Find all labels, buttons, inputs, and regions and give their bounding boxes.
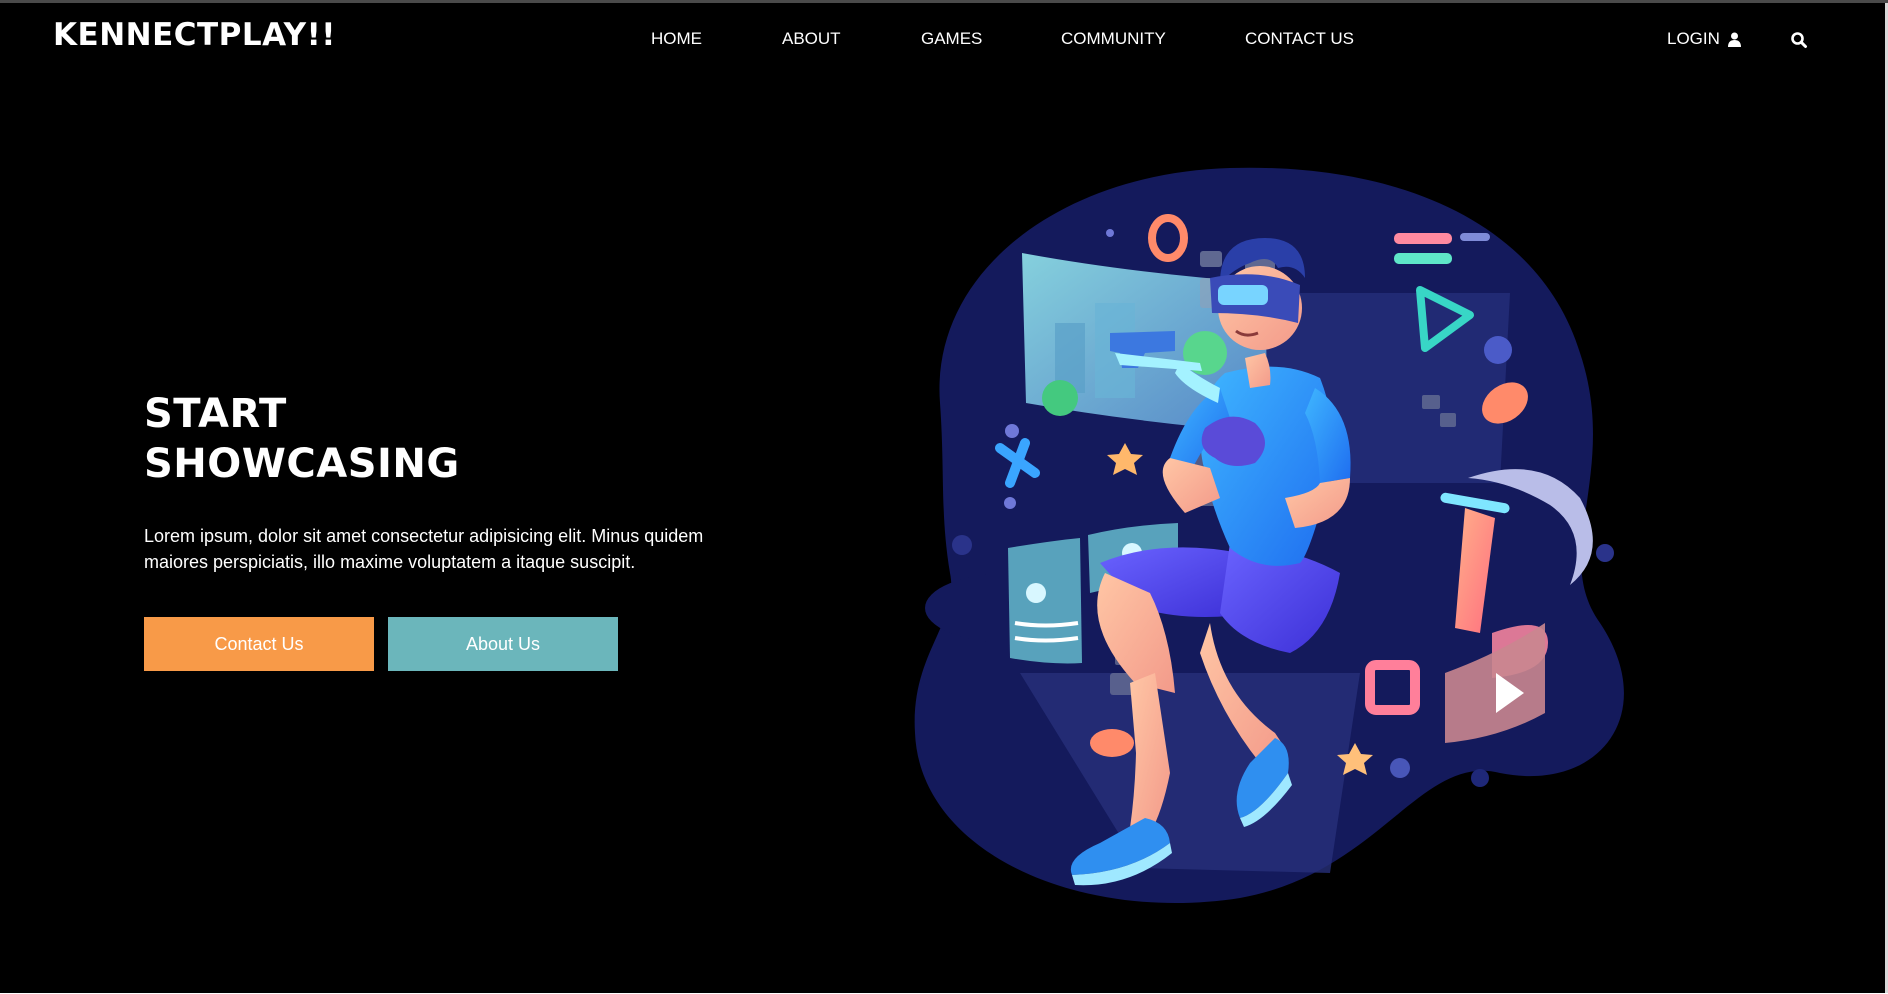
user-icon [1727, 32, 1741, 47]
nav-link-contact-us[interactable]: CONTACT US [1245, 29, 1354, 49]
vr-gamer-illustration [914, 167, 1624, 904]
page: KENNECTPLAY!! HOME ABOUT GAMES COMMUNITY… [0, 0, 1888, 994]
nav-link-community[interactable]: COMMUNITY [1061, 29, 1166, 49]
search-button[interactable] [1790, 31, 1808, 49]
main-nav: HOME ABOUT GAMES COMMUNITY CONTACT US [0, 29, 1888, 53]
about-us-button[interactable]: About Us [388, 617, 618, 671]
hero-title-line-2: SHOWCASING [144, 441, 460, 487]
nav-link-home[interactable]: HOME [651, 29, 702, 49]
hero-title: START SHOWCASING [144, 389, 460, 489]
nav-link-about[interactable]: ABOUT [782, 29, 841, 49]
search-icon [1791, 32, 1807, 48]
navbar: KENNECTPLAY!! HOME ABOUT GAMES COMMUNITY… [0, 3, 1888, 78]
login-link[interactable]: LOGIN [1667, 29, 1741, 49]
hero-description: Lorem ipsum, dolor sit amet consectetur … [144, 526, 704, 572]
contact-us-button[interactable]: Contact Us [144, 617, 374, 671]
login-label: LOGIN [1667, 29, 1720, 48]
nav-link-games[interactable]: GAMES [921, 29, 982, 49]
hero-title-line-1: START [144, 391, 287, 437]
